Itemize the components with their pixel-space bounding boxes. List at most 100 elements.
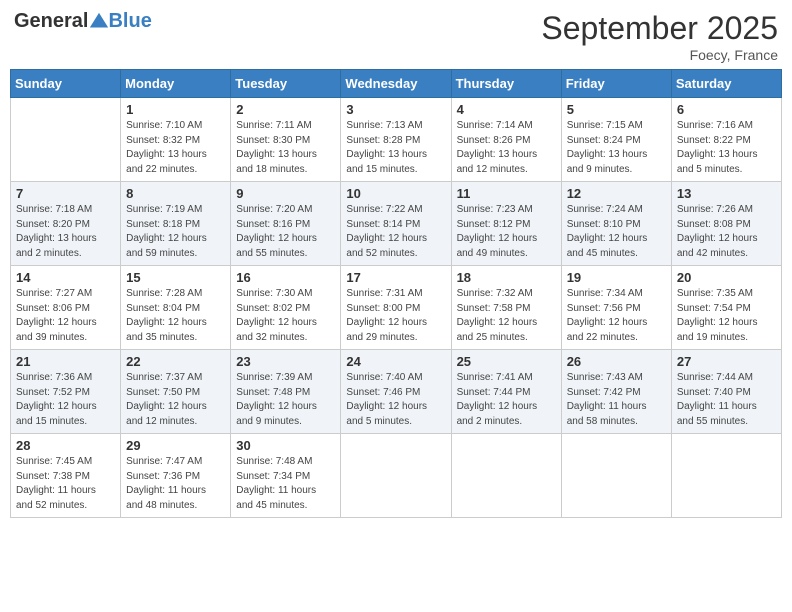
- main-title: September 2025: [541, 10, 778, 47]
- logo-icon: [88, 11, 110, 33]
- day-info: Sunrise: 7:23 AMSunset: 8:12 PMDaylight:…: [457, 203, 556, 261]
- calendar-cell: 14 Sunrise: 7:27 AMSunset: 8:06 PMDayligh…: [11, 266, 121, 350]
- calendar-cell: 16 Sunrise: 7:30 AMSunset: 8:02 PMDayligh…: [231, 266, 341, 350]
- day-info: Sunrise: 7:30 AMSunset: 8:02 PMDaylight:…: [236, 287, 335, 345]
- day-number: 19: [567, 270, 666, 285]
- day-info: Sunrise: 7:13 AMSunset: 8:28 PMDaylight:…: [346, 119, 445, 177]
- calendar-cell: 26Sunrise: 7:43 AMSunset: 7:42 PMDayligh…: [561, 350, 671, 434]
- day-number: 2: [236, 102, 335, 117]
- subtitle: Foecy, France: [541, 47, 778, 63]
- calendar-cell: 18 Sunrise: 7:32 AMSunset: 7:58 PMDayligh…: [451, 266, 561, 350]
- calendar-cell: 5 Sunrise: 7:15 AMSunset: 8:24 PMDaylight…: [561, 98, 671, 182]
- calendar-cell: 20 Sunrise: 7:35 AMSunset: 7:54 PMDayligh…: [671, 266, 781, 350]
- day-number: 5: [567, 102, 666, 117]
- calendar-week-row: 1 Sunrise: 7:10 AMSunset: 8:32 PMDaylight…: [11, 98, 782, 182]
- day-number: 22: [126, 354, 225, 369]
- calendar-cell: 11 Sunrise: 7:23 AMSunset: 8:12 PMDayligh…: [451, 182, 561, 266]
- day-info: Sunrise: 7:31 AMSunset: 8:00 PMDaylight:…: [346, 287, 445, 345]
- day-info: Sunrise: 7:35 AMSunset: 7:54 PMDaylight:…: [677, 287, 776, 345]
- calendar-cell: 23 Sunrise: 7:39 AMSunset: 7:48 PMDayligh…: [231, 350, 341, 434]
- calendar-cell: 4 Sunrise: 7:14 AMSunset: 8:26 PMDaylight…: [451, 98, 561, 182]
- day-number: 29: [126, 438, 225, 453]
- day-info: Sunrise: 7:39 AMSunset: 7:48 PMDaylight:…: [236, 371, 335, 429]
- calendar-cell: [451, 434, 561, 518]
- day-info: Sunrise: 7:37 AMSunset: 7:50 PMDaylight:…: [126, 371, 225, 429]
- day-info: Sunrise: 7:19 AMSunset: 8:18 PMDaylight:…: [126, 203, 225, 261]
- calendar-cell: 1 Sunrise: 7:10 AMSunset: 8:32 PMDaylight…: [121, 98, 231, 182]
- day-number: 6: [677, 102, 776, 117]
- day-info: Sunrise: 7:44 AMSunset: 7:40 PMDaylight:…: [677, 371, 776, 429]
- calendar-cell: [671, 434, 781, 518]
- calendar-cell: 12Sunrise: 7:24 AMSunset: 8:10 PMDayligh…: [561, 182, 671, 266]
- day-info: Sunrise: 7:36 AMSunset: 7:52 PMDaylight:…: [16, 371, 115, 429]
- day-info: Sunrise: 7:45 AMSunset: 7:38 PMDaylight:…: [16, 455, 115, 513]
- day-info: Sunrise: 7:27 AMSunset: 8:06 PMDaylight:…: [16, 287, 115, 345]
- calendar-table: SundayMondayTuesdayWednesdayThursdayFrid…: [10, 69, 782, 518]
- column-header-saturday: Saturday: [671, 70, 781, 98]
- calendar-cell: [561, 434, 671, 518]
- day-number: 11: [457, 186, 556, 201]
- day-number: 8: [126, 186, 225, 201]
- calendar-cell: 7Sunrise: 7:18 AMSunset: 8:20 PMDaylight…: [11, 182, 121, 266]
- calendar-cell: 28Sunrise: 7:45 AMSunset: 7:38 PMDayligh…: [11, 434, 121, 518]
- day-number: 14: [16, 270, 115, 285]
- day-info: Sunrise: 7:32 AMSunset: 7:58 PMDaylight:…: [457, 287, 556, 345]
- calendar-cell: 29 Sunrise: 7:47 AMSunset: 7:36 PMDayligh…: [121, 434, 231, 518]
- column-header-tuesday: Tuesday: [231, 70, 341, 98]
- calendar-cell: 21 Sunrise: 7:36 AMSunset: 7:52 PMDayligh…: [11, 350, 121, 434]
- day-number: 3: [346, 102, 445, 117]
- day-info: Sunrise: 7:28 AMSunset: 8:04 PMDaylight:…: [126, 287, 225, 345]
- title-block: September 2025 Foecy, France: [541, 10, 778, 63]
- calendar-cell: 10Sunrise: 7:22 AMSunset: 8:14 PMDayligh…: [341, 182, 451, 266]
- day-number: 23: [236, 354, 335, 369]
- logo-blue: Blue: [108, 10, 151, 33]
- day-info: Sunrise: 7:34 AMSunset: 7:56 PMDaylight:…: [567, 287, 666, 345]
- calendar-cell: 19 Sunrise: 7:34 AMSunset: 7:56 PMDayligh…: [561, 266, 671, 350]
- day-number: 17: [346, 270, 445, 285]
- day-info: Sunrise: 7:41 AMSunset: 7:44 PMDaylight:…: [457, 371, 556, 429]
- column-header-wednesday: Wednesday: [341, 70, 451, 98]
- day-info: Sunrise: 7:40 AMSunset: 7:46 PMDaylight:…: [346, 371, 445, 429]
- day-number: 13: [677, 186, 776, 201]
- calendar-cell: 22 Sunrise: 7:37 AMSunset: 7:50 PMDayligh…: [121, 350, 231, 434]
- day-number: 26: [567, 354, 666, 369]
- day-number: 27: [677, 354, 776, 369]
- day-number: 20: [677, 270, 776, 285]
- day-number: 30: [236, 438, 335, 453]
- calendar-header-row: SundayMondayTuesdayWednesdayThursdayFrid…: [11, 70, 782, 98]
- calendar-week-row: 14 Sunrise: 7:27 AMSunset: 8:06 PMDayligh…: [11, 266, 782, 350]
- calendar-cell: 3 Sunrise: 7:13 AMSunset: 8:28 PMDaylight…: [341, 98, 451, 182]
- day-info: Sunrise: 7:24 AMSunset: 8:10 PMDaylight:…: [567, 203, 666, 261]
- day-info: Sunrise: 7:18 AMSunset: 8:20 PMDaylight:…: [16, 203, 115, 261]
- day-number: 16: [236, 270, 335, 285]
- day-info: Sunrise: 7:48 AMSunset: 7:34 PMDaylight:…: [236, 455, 335, 513]
- day-number: 25: [457, 354, 556, 369]
- calendar-cell: 2Sunrise: 7:11 AMSunset: 8:30 PMDaylight…: [231, 98, 341, 182]
- calendar-week-row: 28Sunrise: 7:45 AMSunset: 7:38 PMDayligh…: [11, 434, 782, 518]
- column-header-sunday: Sunday: [11, 70, 121, 98]
- calendar-cell: [341, 434, 451, 518]
- calendar-cell: 9 Sunrise: 7:20 AMSunset: 8:16 PMDaylight…: [231, 182, 341, 266]
- day-info: Sunrise: 7:20 AMSunset: 8:16 PMDaylight:…: [236, 203, 335, 261]
- logo: General Blue: [14, 10, 152, 33]
- day-info: Sunrise: 7:14 AMSunset: 8:26 PMDaylight:…: [457, 119, 556, 177]
- day-number: 9: [236, 186, 335, 201]
- column-header-thursday: Thursday: [451, 70, 561, 98]
- calendar-week-row: 21 Sunrise: 7:36 AMSunset: 7:52 PMDayligh…: [11, 350, 782, 434]
- calendar-cell: 13Sunrise: 7:26 AMSunset: 8:08 PMDayligh…: [671, 182, 781, 266]
- day-number: 1: [126, 102, 225, 117]
- page-header: General Blue September 2025 Foecy, Franc…: [10, 10, 782, 63]
- calendar-cell: 24Sunrise: 7:40 AMSunset: 7:46 PMDayligh…: [341, 350, 451, 434]
- day-number: 10: [346, 186, 445, 201]
- day-number: 18: [457, 270, 556, 285]
- day-number: 4: [457, 102, 556, 117]
- calendar-cell: 6Sunrise: 7:16 AMSunset: 8:22 PMDaylight…: [671, 98, 781, 182]
- day-info: Sunrise: 7:15 AMSunset: 8:24 PMDaylight:…: [567, 119, 666, 177]
- calendar-cell: [11, 98, 121, 182]
- calendar-cell: 8 Sunrise: 7:19 AMSunset: 8:18 PMDaylight…: [121, 182, 231, 266]
- day-info: Sunrise: 7:47 AMSunset: 7:36 PMDaylight:…: [126, 455, 225, 513]
- day-number: 21: [16, 354, 115, 369]
- logo-general: General: [14, 10, 88, 33]
- day-info: Sunrise: 7:10 AMSunset: 8:32 PMDaylight:…: [126, 119, 225, 177]
- calendar-cell: 17 Sunrise: 7:31 AMSunset: 8:00 PMDayligh…: [341, 266, 451, 350]
